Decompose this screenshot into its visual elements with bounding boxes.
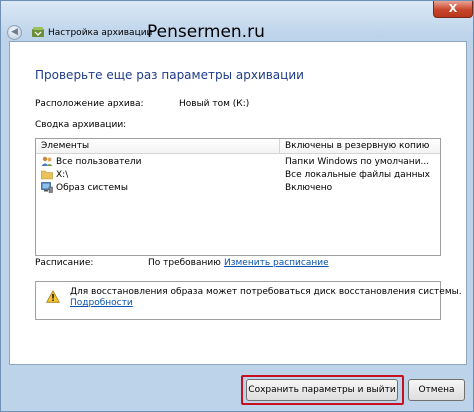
backup-location-value: Новый том (К:): [179, 99, 250, 109]
row-item-name: X:\: [56, 170, 69, 180]
title-bar: ◀ Настройка архивации Pensermen.ru X: [1, 1, 473, 42]
backup-summary-table: Элементы Включены в резервную копию Все …: [35, 138, 441, 256]
info-box: Для восстановления образа может потребов…: [35, 281, 462, 320]
table-row[interactable]: X:\ Все локальные файлы данных: [36, 169, 440, 182]
info-message: Для восстановления образа может потребов…: [70, 287, 462, 297]
details-link[interactable]: Подробности: [70, 298, 133, 308]
folder-icon: [41, 170, 53, 180]
backup-location-label: Расположение архива:: [35, 99, 144, 109]
column-header-included[interactable]: Включены в резервную копию: [285, 141, 429, 151]
row-item-name: Образ системы: [56, 183, 128, 193]
page-heading: Проверьте еще раз параметры архивации: [35, 68, 304, 82]
table-row[interactable]: Образ системы Включено: [36, 182, 440, 195]
back-arrow-icon[interactable]: ◀: [7, 25, 22, 40]
watermark-text: Pensermen.ru: [147, 22, 265, 42]
backup-app-icon: [32, 27, 44, 37]
schedule-label: Расписание:: [35, 258, 94, 268]
row-item-included: Все локальные файлы данных: [285, 170, 430, 180]
row-item-included: Включено: [285, 183, 333, 193]
row-item-included: Папки Windows по умолчани...: [285, 157, 430, 167]
change-schedule-link[interactable]: Изменить расписание: [224, 258, 329, 268]
system-image-icon: [41, 182, 53, 193]
users-icon: [41, 156, 53, 166]
close-button[interactable]: X: [433, 1, 473, 18]
row-item-name: Все пользователи: [56, 157, 142, 167]
schedule-value: По требованию: [148, 258, 221, 268]
warning-icon: [46, 290, 60, 303]
table-header: Элементы Включены в резервную копию: [36, 139, 440, 154]
backup-summary-label: Сводка архивации:: [35, 120, 127, 130]
cancel-button[interactable]: Отмена: [408, 379, 465, 401]
column-header-items[interactable]: Элементы: [41, 141, 89, 151]
window-title: Настройка архивации: [48, 28, 153, 38]
table-row[interactable]: Все пользователи Папки Windows по умолча…: [36, 156, 440, 169]
backup-settings-window: ◀ Настройка архивации Pensermen.ru X Про…: [0, 0, 474, 412]
wizard-content: Проверьте еще раз параметры архивации Ра…: [9, 41, 467, 365]
save-and-exit-button[interactable]: Сохранить параметры и выйти: [246, 379, 398, 401]
column-divider[interactable]: [279, 139, 280, 154]
